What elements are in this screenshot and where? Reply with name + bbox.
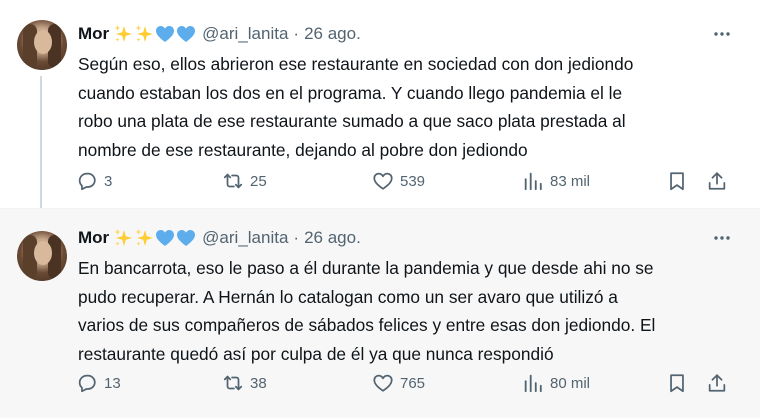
share-button[interactable] bbox=[706, 168, 728, 194]
sparkles-emoji bbox=[114, 25, 133, 42]
retweet-count: 25 bbox=[250, 172, 267, 190]
heart-icon bbox=[373, 374, 393, 392]
reply-button[interactable]: 13 bbox=[76, 370, 121, 396]
separator-dot: · bbox=[293, 24, 300, 43]
name-emojis bbox=[113, 24, 196, 44]
avatar[interactable] bbox=[17, 231, 67, 281]
views-count: 83 mil bbox=[550, 172, 591, 190]
tweet-actions: 3 25 539 83 mil bbox=[76, 168, 736, 194]
retweet-count: 38 bbox=[250, 374, 267, 392]
share-button[interactable] bbox=[706, 370, 728, 396]
reply-icon bbox=[78, 374, 96, 393]
tweet-header: Mor @ari_lanita · 26 ago. bbox=[78, 226, 361, 250]
bookmark-button[interactable] bbox=[666, 370, 688, 396]
reply-button[interactable]: 3 bbox=[76, 168, 112, 194]
retweet-icon bbox=[223, 173, 243, 189]
sparkles-emoji bbox=[135, 229, 154, 246]
blue-heart-emoji bbox=[177, 230, 196, 246]
reply-count: 3 bbox=[104, 172, 113, 190]
bookmark-icon bbox=[670, 374, 684, 393]
author-handle[interactable]: @ari_lanita bbox=[202, 228, 288, 248]
reply-icon bbox=[78, 172, 96, 191]
like-button[interactable]: 539 bbox=[372, 168, 425, 194]
tweet-text: En bancarrota, eso le paso a él durante … bbox=[78, 258, 656, 364]
like-button[interactable]: 765 bbox=[372, 370, 425, 396]
tweet-date[interactable]: 26 ago. bbox=[304, 228, 361, 248]
share-icon bbox=[708, 172, 726, 190]
blue-heart-emoji bbox=[177, 26, 196, 42]
reply-count: 13 bbox=[104, 374, 121, 392]
like-count: 539 bbox=[400, 172, 426, 190]
retweet-button[interactable]: 38 bbox=[222, 370, 267, 396]
more-options-icon[interactable] bbox=[710, 226, 734, 250]
retweet-icon bbox=[223, 375, 243, 391]
separator-dot: · bbox=[293, 228, 300, 247]
bookmark-icon bbox=[670, 172, 684, 191]
bookmark-button[interactable] bbox=[666, 168, 688, 194]
like-count: 765 bbox=[400, 374, 426, 392]
views-count: 80 mil bbox=[550, 374, 591, 392]
thread-connector-line bbox=[40, 76, 42, 210]
tweet-actions: 13 38 765 80 mil bbox=[76, 370, 736, 396]
avatar-face bbox=[34, 241, 52, 265]
blue-heart-emoji bbox=[156, 26, 175, 42]
analytics-icon bbox=[524, 374, 542, 393]
share-icon bbox=[708, 374, 726, 392]
views-button[interactable]: 80 mil bbox=[522, 370, 590, 396]
avatar-face bbox=[34, 30, 52, 54]
sparkles-emoji bbox=[135, 25, 154, 42]
heart-icon bbox=[373, 172, 393, 190]
author-name[interactable]: Mor bbox=[78, 24, 109, 44]
name-emojis bbox=[113, 228, 196, 248]
tweet-header: Mor @ari_lanita · 26 ago. bbox=[78, 22, 361, 46]
retweet-button[interactable]: 25 bbox=[222, 168, 267, 194]
author-handle[interactable]: @ari_lanita bbox=[202, 24, 288, 44]
blue-heart-emoji bbox=[156, 230, 175, 246]
tweet-date[interactable]: 26 ago. bbox=[304, 24, 361, 44]
sparkles-emoji bbox=[114, 229, 133, 246]
tweet[interactable]: Mor @ari_lanita · 26 ago. bbox=[0, 0, 760, 208]
avatar[interactable] bbox=[17, 20, 67, 70]
analytics-icon bbox=[524, 172, 542, 191]
author-name[interactable]: Mor bbox=[78, 228, 109, 248]
tweet-text: Según eso, ellos abrieron ese restaurant… bbox=[78, 54, 634, 160]
more-options-icon[interactable] bbox=[710, 22, 734, 46]
views-button[interactable]: 83 mil bbox=[522, 168, 590, 194]
tweet[interactable]: Mor @ari_lanita · 26 ago. bbox=[0, 208, 760, 418]
